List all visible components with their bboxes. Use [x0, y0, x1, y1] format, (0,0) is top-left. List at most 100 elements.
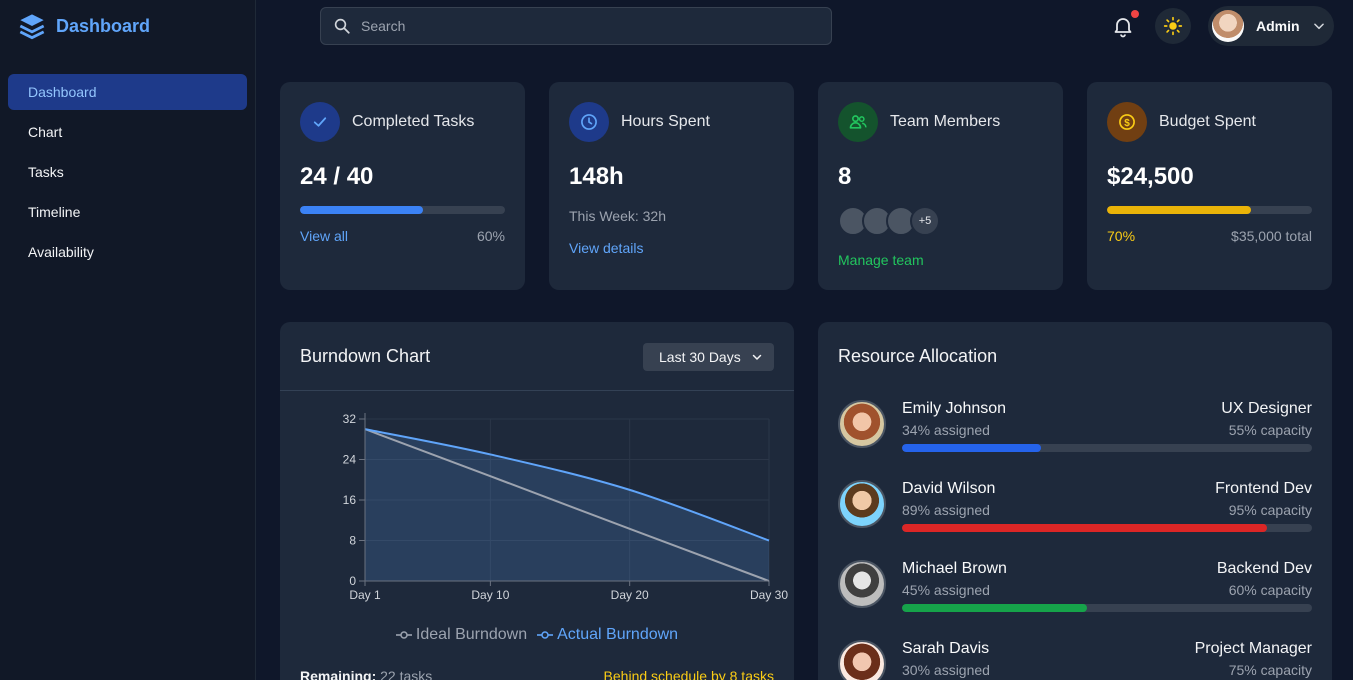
- resource-role: Frontend Dev: [1215, 480, 1312, 497]
- sidebar-item-availability[interactable]: Availability: [8, 234, 247, 270]
- view-all-link[interactable]: View all: [300, 228, 348, 244]
- panel-title: Burndown Chart: [300, 346, 431, 366]
- percent-label: 60%: [476, 228, 505, 244]
- stat-card-budget-spent: $ Budget Spent $24,500 70% $35,000 total: [1087, 82, 1332, 290]
- sidebar-item-label: Dashboard: [28, 84, 97, 100]
- allocation-fill: [902, 524, 1267, 532]
- view-details-link[interactable]: View details: [569, 240, 643, 256]
- resource-capacity: 75% capacity: [1228, 662, 1312, 678]
- progress-bar: [1107, 206, 1312, 214]
- resource-capacity: 55% capacity: [1228, 422, 1312, 438]
- sidebar-item-label: Chart: [28, 124, 63, 140]
- chevron-down-icon: [752, 354, 761, 360]
- sidebar-item-timeline[interactable]: Timeline: [8, 194, 247, 230]
- sidebar-item-label: Timeline: [28, 204, 81, 220]
- search-input[interactable]: [361, 18, 801, 34]
- sidebar: Dashboard Dashboard Chart Tasks Timeline…: [0, 0, 256, 680]
- burndown-footer: Remaining: 22 tasks Behind schedule by 8…: [300, 668, 774, 680]
- resource-capacity: 95% capacity: [1228, 502, 1312, 518]
- allocation-bar: [902, 444, 1312, 452]
- stat-value: 8: [838, 163, 852, 190]
- search-icon: [334, 18, 350, 34]
- date-range-select[interactable]: Last 30 Days: [643, 343, 774, 371]
- y-tick-label: 32: [343, 412, 357, 426]
- layers-icon: [19, 14, 45, 40]
- stat-value: $24,500: [1107, 163, 1194, 190]
- panel-title: Resource Allocation: [838, 346, 998, 366]
- sidebar-nav: Dashboard Chart Tasks Timeline Availabil…: [8, 74, 247, 274]
- coin-icon: $: [1119, 114, 1135, 130]
- y-tick-label: 16: [343, 493, 357, 507]
- legend-item-ideal[interactable]: Ideal Burndown: [395, 626, 528, 644]
- clock-icon: [581, 114, 597, 130]
- remaining-label: Remaining:: [300, 668, 377, 680]
- progress-bar: [300, 206, 505, 214]
- stat-icon-wrap: $: [1107, 102, 1147, 142]
- select-value: Last 30 Days: [659, 349, 741, 365]
- progress-fill: [300, 206, 423, 214]
- legend-label: Ideal Burndown: [415, 626, 528, 643]
- check-icon: [313, 117, 327, 127]
- sidebar-item-tasks[interactable]: Tasks: [8, 154, 247, 190]
- avatar: [838, 560, 886, 608]
- resource-role: Project Manager: [1194, 640, 1312, 657]
- stat-card-team-members: Team Members 8 +5 Manage team: [818, 82, 1063, 290]
- stat-value: 24 / 40: [300, 163, 374, 190]
- svg-text:$: $: [1124, 118, 1130, 129]
- search-box[interactable]: [320, 7, 832, 45]
- resource-capacity: 60% capacity: [1228, 582, 1312, 598]
- avatar: [1212, 10, 1244, 42]
- allocation-fill: [902, 444, 1042, 452]
- users-icon: [849, 115, 867, 129]
- resource-name: Sarah Davis: [902, 640, 990, 657]
- manage-team-link[interactable]: Manage team: [838, 252, 924, 268]
- sidebar-item-label: Availability: [28, 244, 94, 260]
- resource-name: David Wilson: [902, 480, 996, 497]
- allocation-bar: [902, 604, 1312, 612]
- x-tick-label: Day 20: [611, 588, 649, 602]
- resource-row[interactable]: Michael Brown 45% assigned Backend Dev 6…: [838, 560, 1312, 620]
- avatar: [838, 640, 886, 680]
- stat-icon-wrap: [569, 102, 609, 142]
- y-tick-label: 0: [349, 574, 356, 588]
- user-menu[interactable]: Admin: [1208, 6, 1334, 46]
- y-tick-label: 24: [343, 453, 357, 467]
- sidebar-item-chart[interactable]: Chart: [8, 114, 247, 150]
- legend-label: Actual Burndown: [557, 626, 679, 643]
- notification-bell-icon[interactable]: [1111, 14, 1135, 38]
- legend-item-actual[interactable]: Actual Burndown: [537, 626, 678, 644]
- resource-allocation-panel: Resource Allocation Emily Johnson 34% as…: [818, 322, 1332, 680]
- sidebar-item-dashboard[interactable]: Dashboard: [8, 74, 247, 110]
- avatar: [838, 400, 886, 448]
- resource-role: UX Designer: [1221, 400, 1312, 417]
- legend-marker: [395, 631, 412, 639]
- stat-value: 148h: [569, 163, 624, 190]
- resource-row[interactable]: Emily Johnson 34% assigned UX Designer 5…: [838, 400, 1312, 460]
- brand[interactable]: Dashboard: [18, 12, 150, 40]
- legend-marker: [537, 631, 554, 639]
- topbar: Admin: [256, 0, 1353, 52]
- burndown-panel: Burndown Chart Last 30 Days 0 8 16 24 32 Day …: [280, 322, 794, 680]
- stat-title: Hours Spent: [621, 113, 710, 130]
- resource-assigned: 30% assigned: [902, 662, 990, 678]
- allocation-fill: [902, 604, 1087, 612]
- remaining-info: Remaining: 22 tasks: [300, 668, 432, 680]
- stat-title: Completed Tasks: [352, 113, 475, 130]
- resource-row[interactable]: David Wilson 89% assigned Frontend Dev 9…: [838, 480, 1312, 540]
- stat-title: Team Members: [890, 113, 1001, 130]
- x-tick-label: Day 30: [750, 588, 788, 602]
- resource-assigned: 45% assigned: [902, 582, 990, 598]
- resource-role: Backend Dev: [1216, 560, 1312, 577]
- chevron-down-icon: [1313, 23, 1324, 30]
- budget-total: $35,000 total: [1231, 228, 1312, 244]
- percent-label: 70%: [1107, 228, 1136, 244]
- weekly-hours: This Week: 32h: [569, 208, 667, 224]
- resource-assigned: 34% assigned: [902, 422, 990, 438]
- more-members-badge: +5: [910, 206, 940, 236]
- theme-toggle-button[interactable]: [1155, 8, 1191, 44]
- resource-row[interactable]: Sarah Davis 30% assigned Project Manager…: [838, 640, 1312, 680]
- user-name: Admin: [1256, 18, 1300, 34]
- sidebar-item-label: Tasks: [28, 164, 64, 180]
- resource-name: Emily Johnson: [902, 400, 1007, 417]
- notification-dot: [1131, 10, 1139, 18]
